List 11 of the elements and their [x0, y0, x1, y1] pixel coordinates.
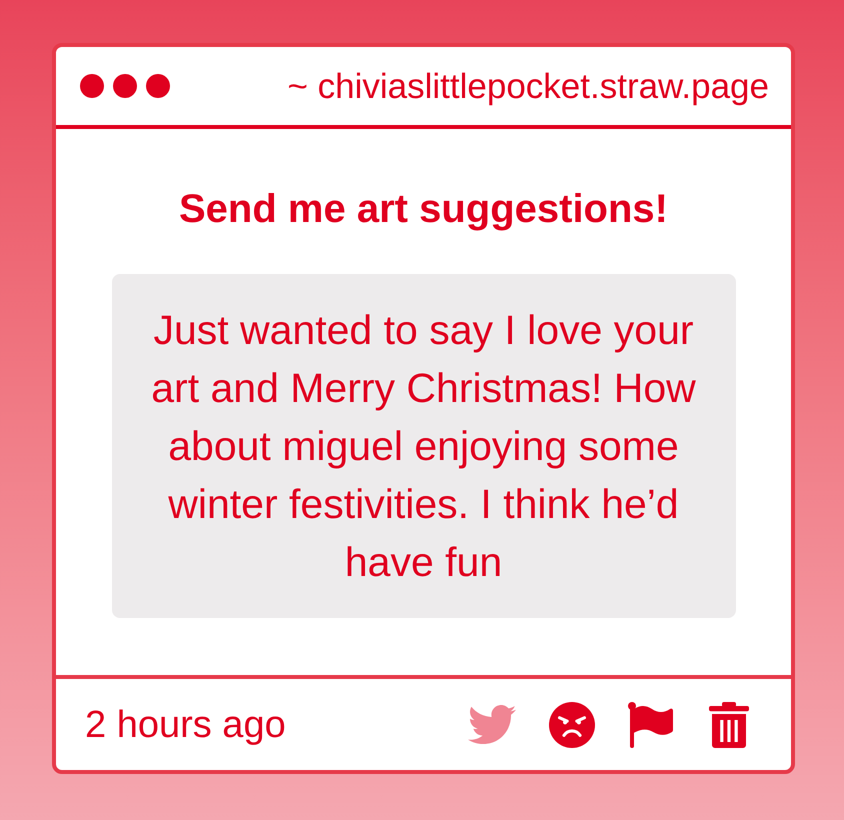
- flag-button[interactable]: [628, 702, 676, 748]
- message-text: Just wanted to say I love your art and Merry Christmas! How about miguel enjoying some winter festivities. I think he’d have fun: [150, 306, 697, 587]
- timestamp: 2 hours ago: [85, 706, 286, 744]
- trash-button[interactable]: [709, 702, 749, 748]
- trash-icon: [709, 702, 749, 748]
- page-address: ~ chiviaslittlepocket.straw.page: [287, 68, 769, 104]
- angry-face-icon: [549, 702, 595, 748]
- flag-icon: [628, 702, 676, 748]
- bird-icon: [468, 704, 516, 744]
- prompt-title: Send me art suggestions!: [179, 189, 668, 229]
- angry-face-button[interactable]: [549, 702, 595, 748]
